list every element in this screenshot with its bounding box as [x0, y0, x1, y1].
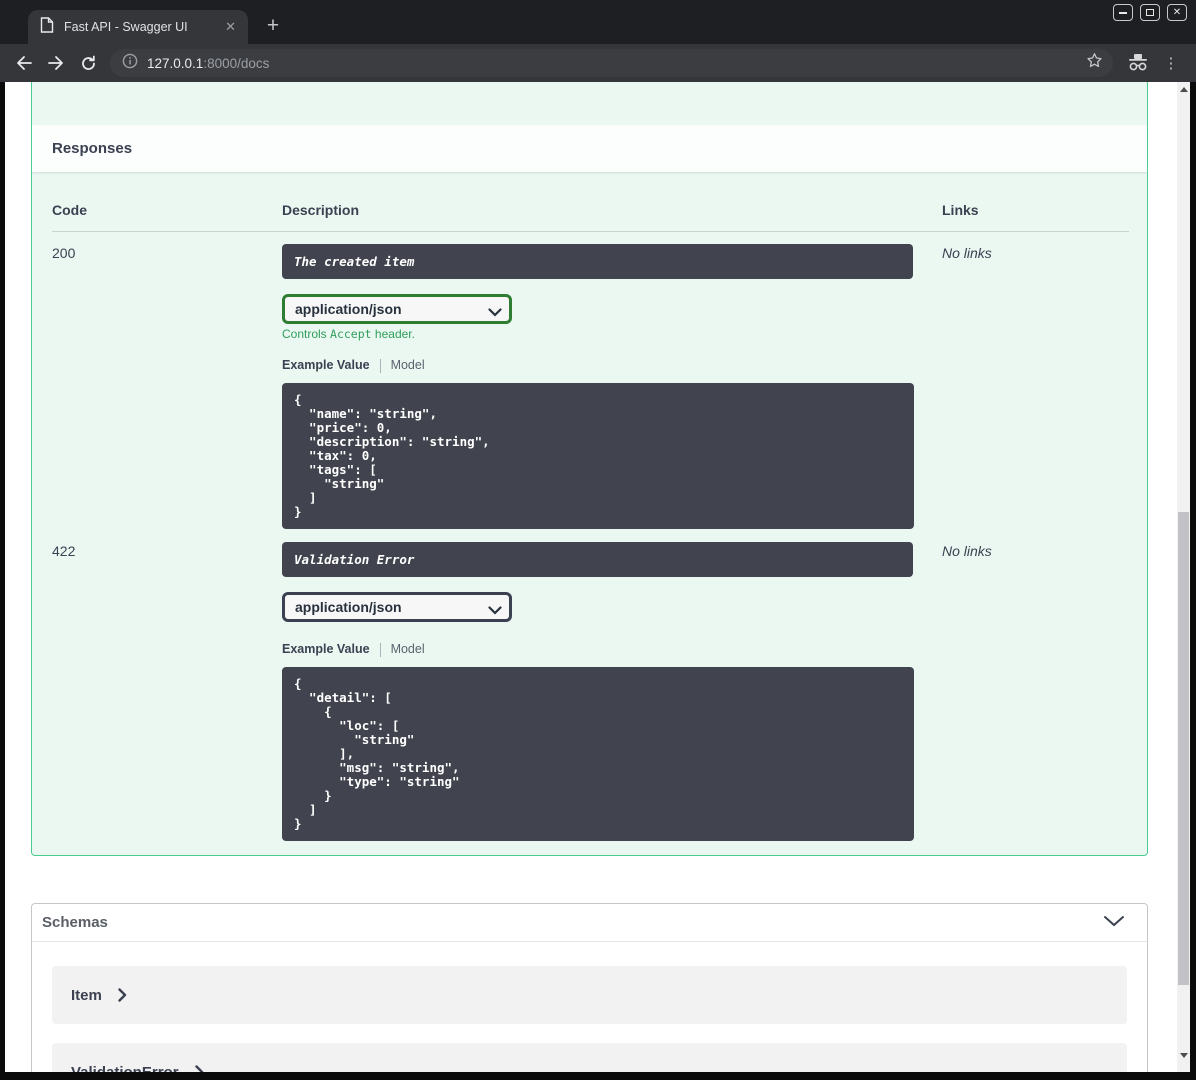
example-model-tabs: Example Value Model: [282, 642, 942, 657]
media-type-select-wrap: application/json: [282, 294, 512, 324]
tab-title: Fast API - Swagger UI: [64, 20, 188, 34]
responses-section-header: Responses: [32, 125, 1147, 172]
browser-menu-icon[interactable]: ⋮: [1163, 51, 1179, 75]
chevron-right-icon: [118, 988, 127, 1002]
model-name: Item: [71, 986, 102, 1004]
response-code: 200: [52, 245, 76, 261]
example-model-tabs: Example Value Model: [282, 358, 942, 373]
response-description-box: Validation Error: [282, 542, 913, 577]
model-item[interactable]: Item: [52, 966, 1127, 1024]
media-type-select-wrap: application/json: [282, 592, 512, 622]
chevron-down-icon[interactable]: [1103, 914, 1125, 932]
minimize-icon: [1119, 11, 1127, 14]
scroll-down-arrow[interactable]: [1177, 1048, 1190, 1062]
maximize-icon: [1146, 9, 1154, 16]
tab-example-value[interactable]: Example Value: [282, 358, 370, 373]
tab-example-value[interactable]: Example Value: [282, 642, 370, 657]
media-type-select[interactable]: application/json: [282, 294, 512, 324]
responses-table: Code Description Links 200 The created i…: [52, 172, 1129, 841]
browser-toolbar: 127.0.0.1:8000/docs ⋮: [0, 44, 1196, 82]
maximize-button[interactable]: [1140, 4, 1160, 21]
schemas-header[interactable]: Schemas: [32, 904, 1147, 942]
response-code: 422: [52, 543, 76, 559]
response-row-200: 200 The created item application/json Co…: [52, 232, 1129, 529]
site-info-icon[interactable]: [122, 53, 138, 74]
tab-close-icon[interactable]: ✕: [221, 19, 240, 35]
address-bar[interactable]: 127.0.0.1:8000/docs: [110, 49, 1113, 77]
media-type-select[interactable]: application/json: [282, 592, 512, 622]
response-links: No links: [942, 543, 992, 559]
response-description-cell: Validation Error application/json Exampl…: [282, 530, 942, 841]
example-json-200: { "name": "string", "price": 0, "descrip…: [282, 383, 914, 529]
url-host: 127.0.0.1: [147, 55, 204, 71]
window-border-right: [1190, 82, 1196, 1080]
tab-model[interactable]: Model: [391, 642, 425, 657]
browser-titlebar: Fast API - Swagger UI ✕ + ✕: [0, 0, 1196, 44]
header-links: Links: [942, 202, 979, 218]
response-description-box: The created item: [282, 244, 913, 279]
new-tab-button[interactable]: +: [258, 12, 288, 40]
responses-title: Responses: [52, 140, 133, 157]
close-button[interactable]: ✕: [1167, 4, 1187, 21]
page-favicon-icon: [40, 16, 54, 38]
browser-tab[interactable]: Fast API - Swagger UI ✕: [28, 10, 248, 44]
schemas-models: Item ValidationError: [32, 942, 1147, 1079]
scrollbar-thumb[interactable]: [1178, 512, 1189, 985]
accept-header-hint: Controls Accept header.: [282, 327, 415, 341]
incognito-icon: [1126, 53, 1150, 73]
header-code: Code: [52, 202, 87, 218]
scroll-up-arrow[interactable]: [1177, 82, 1190, 96]
response-description-cell: The created item application/json Contro…: [282, 232, 942, 529]
example-json-422: { "detail": [ { "loc": [ "string" ], "ms…: [282, 667, 914, 841]
reload-button[interactable]: [76, 51, 100, 75]
url-text: 127.0.0.1:8000/docs: [147, 56, 1086, 71]
forward-button[interactable]: [44, 51, 68, 75]
opblock-post: Responses Code Description Links 200 The…: [31, 82, 1148, 856]
tab-model[interactable]: Model: [391, 358, 425, 373]
browser-window: Fast API - Swagger UI ✕ + ✕ 127.0.0.1:80…: [0, 0, 1196, 1080]
window-controls: ✕: [1113, 4, 1187, 21]
schemas-title: Schemas: [42, 914, 108, 931]
responses-table-headers: Code Description Links: [52, 172, 1129, 218]
url-path: :8000/docs: [203, 55, 270, 71]
tab-separator: [379, 358, 381, 373]
tab-separator: [379, 642, 381, 657]
page-viewport: Responses Code Description Links 200 The…: [5, 82, 1177, 1080]
page-scrollbar[interactable]: [1177, 82, 1190, 1072]
back-button[interactable]: [12, 51, 36, 75]
response-links: No links: [942, 245, 992, 261]
window-border-bottom: [0, 1072, 1196, 1080]
schemas-section: Schemas Item ValidationError: [31, 903, 1148, 1080]
bookmark-star-icon[interactable]: [1086, 52, 1103, 74]
minimize-button[interactable]: [1113, 4, 1133, 21]
window-border-left: [0, 82, 5, 1080]
header-description: Description: [282, 202, 360, 218]
response-row-422: 422 Validation Error application/json Ex…: [52, 529, 1129, 841]
